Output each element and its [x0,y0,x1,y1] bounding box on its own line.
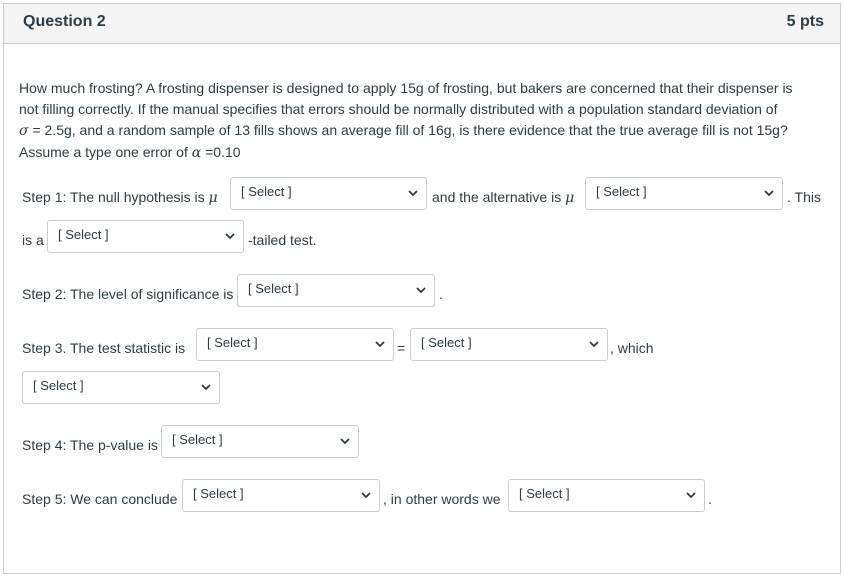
step5-mid: , in other words we [383,491,501,507]
step3-end: , which [610,340,654,356]
test-statistic-name-value: [ Select ] [207,335,258,350]
mu-symbol: μ [565,190,575,206]
test-statistic-value-value: [ Select ] [421,335,472,350]
chevron-down-icon [225,231,235,241]
step1b-pre: is a [22,232,44,248]
conclusion-value: [ Select ] [193,486,244,501]
prompt-line-4-value: =0.10 [201,144,241,160]
prompt-line-3-text: = 2.5g, and a random sample of 13 fills … [28,122,788,138]
chevron-down-icon [686,490,696,500]
step1-end: . This [787,189,821,205]
prompt-line-2: not filling correctly. If the manual spe… [19,101,778,117]
null-hypothesis-value: [ Select ] [241,184,292,199]
test-statistic-comparison-select[interactable]: [ Select ] [22,371,220,404]
conclusion-words-select[interactable]: [ Select ] [508,479,705,512]
step5-label: Step 5: We can conclude [22,491,178,507]
prompt-line-4-text: Assume a type one error of [19,144,192,160]
p-value-value: [ Select ] [172,432,223,447]
chevron-down-icon [764,188,774,198]
test-statistic-comparison-value: [ Select ] [33,378,84,393]
alternative-hypothesis-value: [ Select ] [596,184,647,199]
mu-symbol: μ [208,190,218,206]
question-points: 5 pts [786,13,824,30]
question-title: Question 2 [23,13,106,30]
chevron-down-icon [340,436,350,446]
prompt-line-1: How much frosting? A frosting dispenser … [19,80,793,96]
significance-level-value: [ Select ] [248,281,299,296]
step5-end: . [708,491,712,507]
step1-text: Step 1: The null hypothesis is [22,189,205,205]
step2-end: . [439,286,443,302]
step2-label: Step 2: The level of significance is [22,286,234,302]
sigma-symbol: σ [19,123,29,139]
p-value-select[interactable]: [ Select ] [161,425,359,458]
alternative-hypothesis-select[interactable]: [ Select ] [585,177,783,210]
conclusion-words-value: [ Select ] [519,486,570,501]
null-hypothesis-select[interactable]: [ Select ] [230,177,427,210]
tail-type-select[interactable]: [ Select ] [47,220,244,253]
prompt-line-4: Assume a type one error of α =0.10 [19,142,819,164]
test-statistic-name-select[interactable]: [ Select ] [196,328,394,361]
chevron-down-icon [589,339,599,349]
step1b-post: -tailed test. [248,232,317,248]
step3-equals: = [397,340,406,356]
chevron-down-icon [416,285,426,295]
question-prompt: How much frosting? A frosting dispenser … [19,78,819,164]
tail-type-value: [ Select ] [58,227,109,242]
conclusion-select[interactable]: [ Select ] [182,479,380,512]
chevron-down-icon [201,382,211,392]
step1-label: Step 1: The null hypothesis is μ [22,187,218,208]
chevron-down-icon [361,490,371,500]
question-header: Question 2 5 pts [4,4,840,44]
step1-mid-text: and the alternative is [432,189,562,205]
step3-label: Step 3. The test statistic is [22,340,186,356]
significance-level-select[interactable]: [ Select ] [237,274,435,307]
step4-label: Step 4: The p-value is [22,437,158,453]
chevron-down-icon [375,339,385,349]
chevron-down-icon [408,188,418,198]
prompt-line-3: σ = 2.5g, and a random sample of 13 fill… [19,120,819,142]
step1-mid-label: and the alternative is μ [432,187,574,208]
test-statistic-value-select[interactable]: [ Select ] [410,328,608,361]
alpha-symbol: α [191,145,202,161]
